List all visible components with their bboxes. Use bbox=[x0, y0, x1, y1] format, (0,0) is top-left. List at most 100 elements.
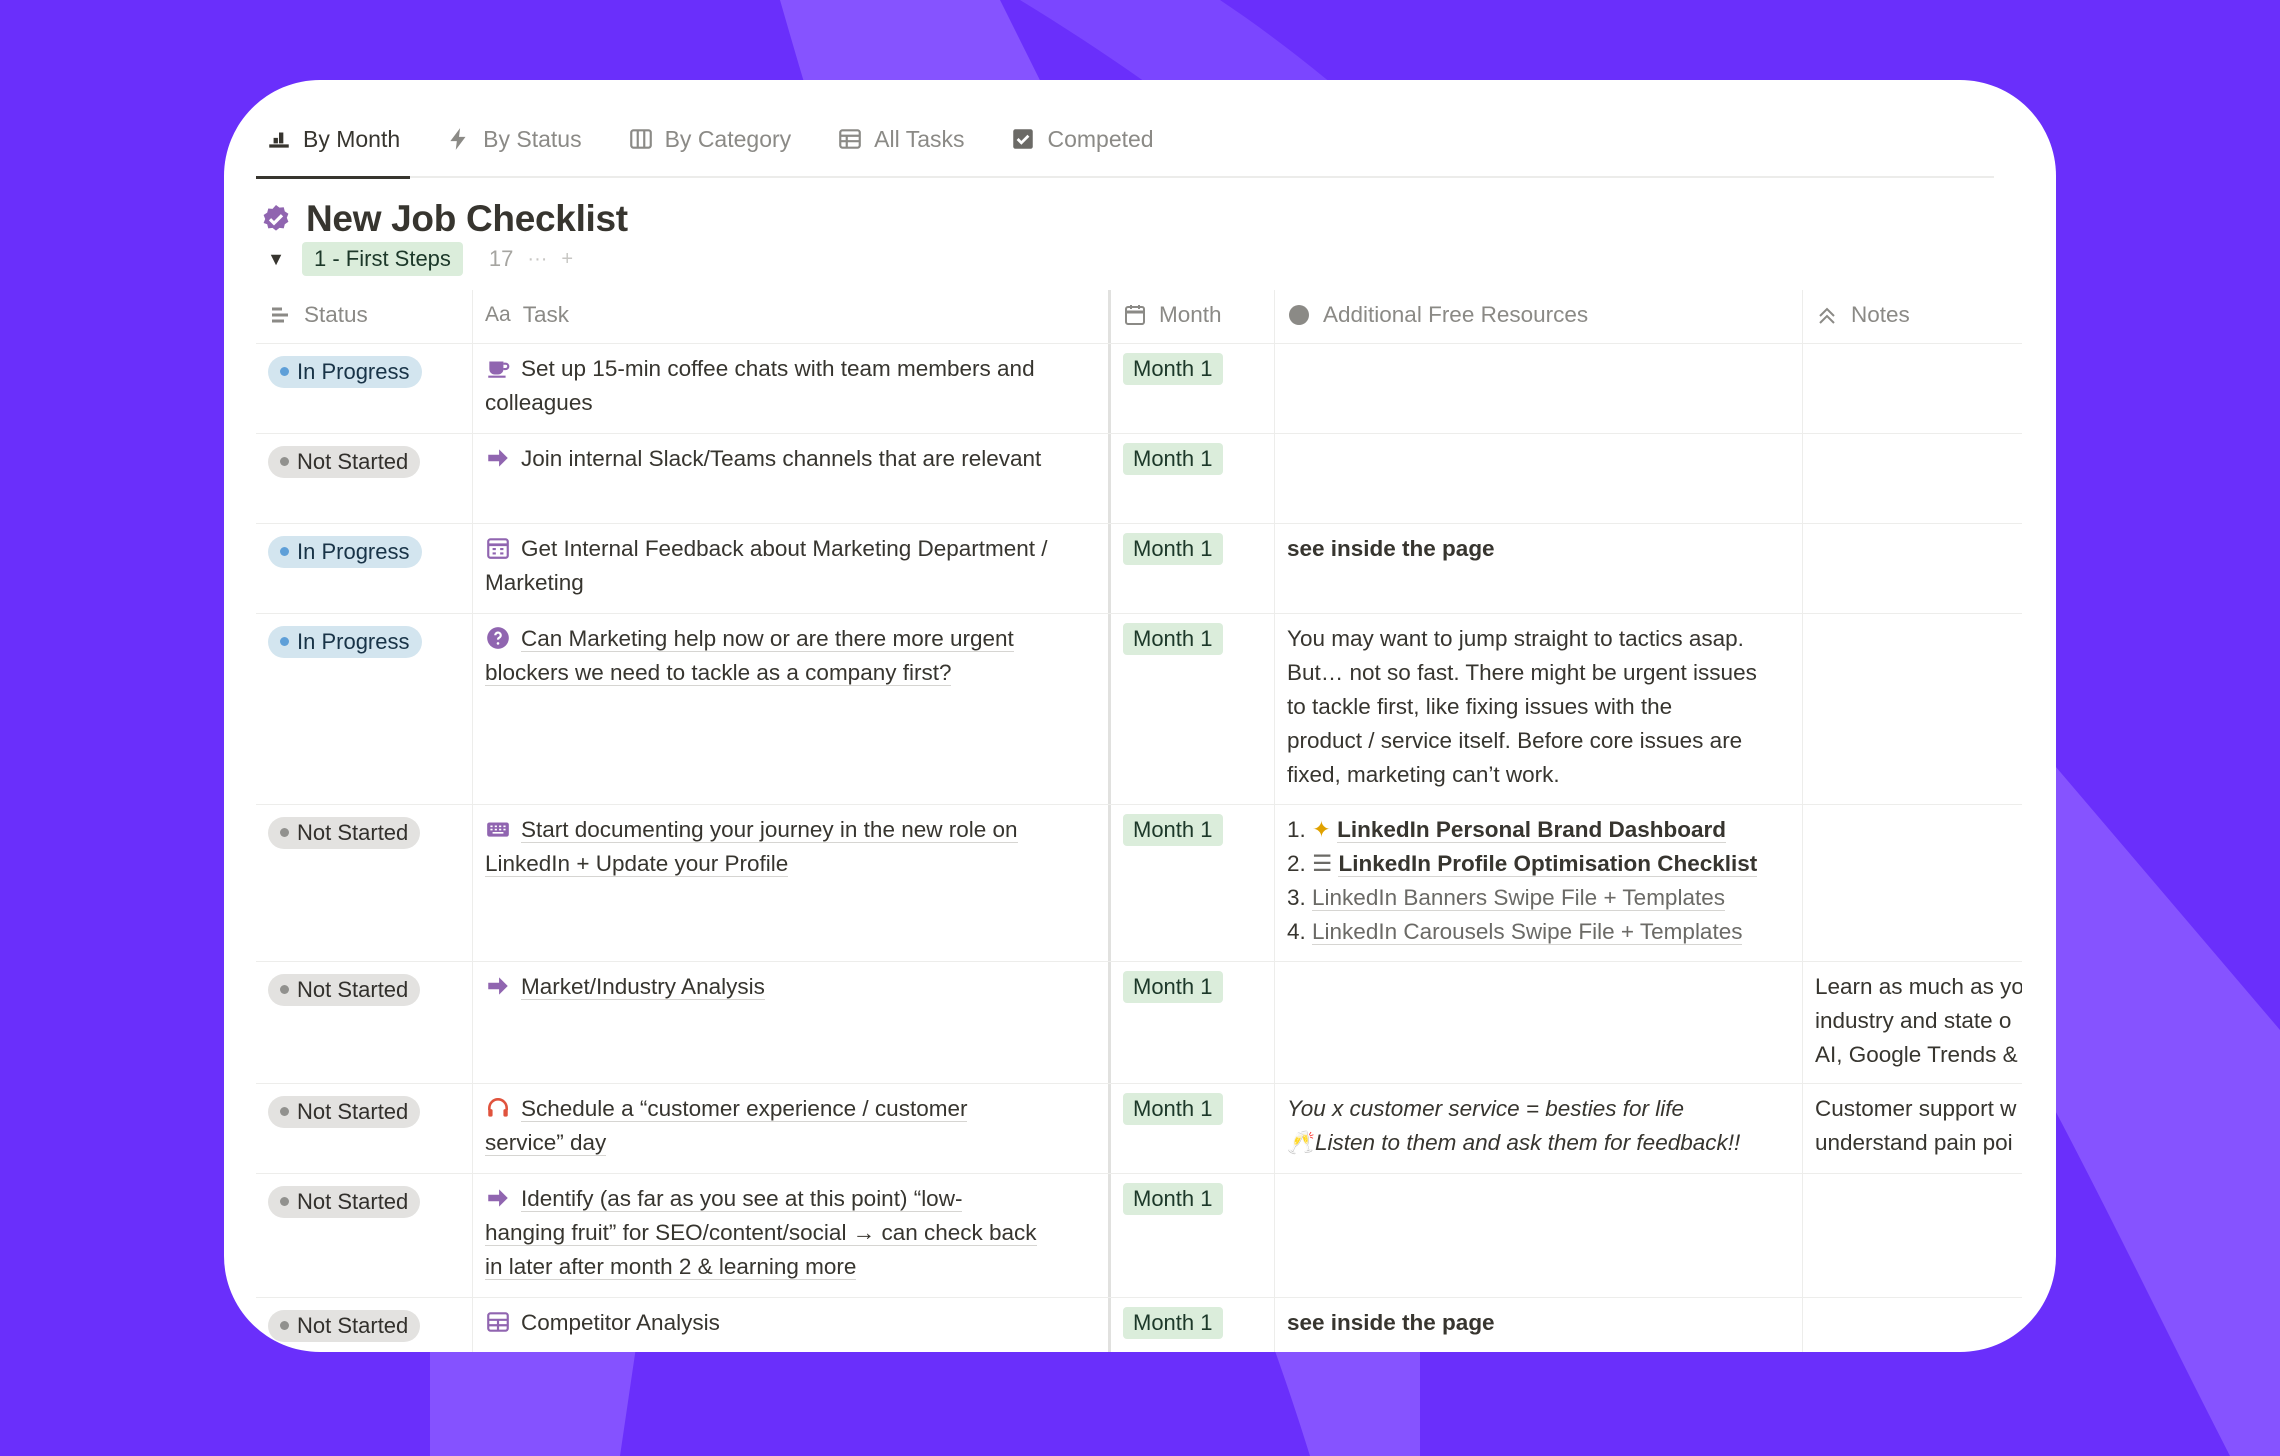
tab-all-tasks[interactable]: All Tasks bbox=[827, 101, 974, 177]
notes-cell[interactable] bbox=[1802, 344, 2022, 433]
group-add-button[interactable]: + bbox=[561, 248, 573, 271]
column-header-status[interactable]: Status bbox=[256, 290, 472, 343]
month-cell[interactable]: Month 1 bbox=[1108, 614, 1274, 804]
task-cell[interactable]: Schedule a “customer experience / custom… bbox=[472, 1084, 1108, 1173]
arrow-right-icon bbox=[488, 1189, 508, 1207]
month-tag: Month 1 bbox=[1123, 623, 1223, 655]
arrow-right-icon bbox=[488, 449, 508, 467]
group-collapse-toggle[interactable]: ▼ bbox=[264, 249, 288, 270]
task-cell[interactable]: Join internal Slack/Teams channels that … bbox=[472, 434, 1108, 523]
table-row[interactable]: Not Started Identify (as far as you see … bbox=[256, 1174, 2022, 1298]
status-cell[interactable]: In Progress bbox=[256, 524, 472, 613]
resources-cell[interactable]: see inside the page bbox=[1274, 524, 1802, 613]
status-label: In Progress bbox=[297, 628, 410, 654]
resources-cell[interactable] bbox=[1274, 434, 1802, 523]
lightning-icon bbox=[450, 128, 466, 150]
notes-cell[interactable] bbox=[1802, 805, 2022, 961]
table-row[interactable]: Not Started Schedule a “customer experie… bbox=[256, 1084, 2022, 1174]
task-cell[interactable]: Set up 15-min coffee chats with team mem… bbox=[472, 344, 1108, 433]
resources-cell[interactable]: see inside the page bbox=[1274, 1298, 1802, 1352]
month-cell[interactable]: Month 1 bbox=[1108, 805, 1274, 961]
task-cell[interactable]: Can Marketing help now or are there more… bbox=[472, 614, 1108, 804]
notes-cell[interactable] bbox=[1802, 524, 2022, 613]
notes-cell[interactable] bbox=[1802, 1174, 2022, 1297]
table-row[interactable]: In Progress Can Marketing help now or ar… bbox=[256, 614, 2022, 805]
month-tag: Month 1 bbox=[1123, 353, 1223, 385]
task-cell[interactable]: Start documenting your journey in the ne… bbox=[472, 805, 1108, 961]
month-cell[interactable]: Month 1 bbox=[1108, 344, 1274, 433]
notes-cell[interactable] bbox=[1802, 1298, 2022, 1352]
table-row[interactable]: In Progress Get Internal Feedback about … bbox=[256, 524, 2022, 614]
task-title: Identify (as far as you see at this poin… bbox=[521, 1186, 963, 1212]
tab-by-status[interactable]: By Status bbox=[436, 101, 591, 177]
status-cell[interactable]: Not Started bbox=[256, 962, 472, 1083]
status-cell[interactable]: Not Started bbox=[256, 1084, 472, 1173]
task-title-cont: blockers we need to tackle as a company … bbox=[485, 660, 952, 686]
task-cell[interactable]: Get Internal Feedback about Marketing De… bbox=[472, 524, 1108, 613]
resources-cell[interactable]: You may want to jump straight to tactics… bbox=[1274, 614, 1802, 804]
task-cell[interactable]: Market/Industry Analysis bbox=[472, 962, 1108, 1083]
table-row[interactable]: Not Started Start documenting your journ… bbox=[256, 805, 2022, 962]
resources-cell[interactable] bbox=[1274, 1174, 1802, 1297]
resource-list-item[interactable]: 2. ☰ LinkedIn Profile Optimisation Check… bbox=[1287, 847, 1790, 881]
column-header-notes[interactable]: Notes bbox=[1802, 290, 2022, 343]
status-badge: In Progress bbox=[268, 535, 422, 568]
notes-cell[interactable]: Customer support w understand pain poi bbox=[1802, 1084, 2022, 1173]
month-cell[interactable]: Month 1 bbox=[1108, 962, 1274, 1083]
notes-cell[interactable] bbox=[1802, 434, 2022, 523]
status-label: Not Started bbox=[297, 976, 409, 1002]
calendar-property-icon bbox=[1125, 304, 1145, 325]
table-header-row: Status Aa Task Month Additional Free Res… bbox=[256, 290, 2022, 344]
status-cell[interactable]: Not Started bbox=[256, 1298, 472, 1352]
table-row[interactable]: Not Started Competitor Analysis Month 1 … bbox=[256, 1298, 2022, 1352]
resource-link[interactable]: LinkedIn Banners Swipe File + Templates bbox=[1312, 885, 1725, 911]
resources-cell[interactable]: 1. ✦ LinkedIn Personal Brand Dashboard 2… bbox=[1274, 805, 1802, 961]
resource-list-item[interactable]: 3. LinkedIn Banners Swipe File + Templat… bbox=[1287, 881, 1790, 915]
task-title-cont: colleagues bbox=[485, 390, 593, 415]
status-cell[interactable]: Not Started bbox=[256, 805, 472, 961]
list-number: 1. bbox=[1287, 817, 1306, 842]
resources-cell[interactable] bbox=[1274, 344, 1802, 433]
column-header-resources[interactable]: Additional Free Resources bbox=[1274, 290, 1802, 343]
table-row[interactable]: Not Started Join internal Slack/Teams ch… bbox=[256, 434, 2022, 524]
month-cell[interactable]: Month 1 bbox=[1108, 1174, 1274, 1297]
tab-competed[interactable]: Competed bbox=[1000, 101, 1163, 177]
month-cell[interactable]: Month 1 bbox=[1108, 434, 1274, 523]
task-cell[interactable]: Identify (as far as you see at this poin… bbox=[472, 1174, 1108, 1297]
resources-cell[interactable]: You x customer service = besties for lif… bbox=[1274, 1084, 1802, 1173]
month-cell[interactable]: Month 1 bbox=[1108, 524, 1274, 613]
tab-by-month[interactable]: By Month bbox=[256, 101, 411, 179]
resource-link[interactable]: LinkedIn Personal Brand Dashboard bbox=[1337, 817, 1726, 843]
task-cell[interactable]: Competitor Analysis bbox=[472, 1298, 1108, 1352]
checklist-icon: ☰ bbox=[1312, 851, 1333, 876]
month-tag: Month 1 bbox=[1123, 533, 1223, 565]
tab-label: All Tasks bbox=[874, 125, 965, 152]
resource-text: product / service itself. Before core is… bbox=[1287, 728, 1743, 753]
status-cell[interactable]: Not Started bbox=[256, 434, 472, 523]
view-tabs: By Month By Status By Category All Tasks… bbox=[256, 101, 1994, 179]
status-cell[interactable]: In Progress bbox=[256, 344, 472, 433]
month-cell[interactable]: Month 1 bbox=[1108, 1084, 1274, 1173]
resource-link[interactable]: LinkedIn Profile Optimisation Checklist bbox=[1338, 851, 1758, 877]
resource-list-item[interactable]: 4. LinkedIn Carousels Swipe File + Templ… bbox=[1287, 915, 1790, 949]
group-header: ▼ 1 - First Steps 17 ··· + bbox=[264, 238, 573, 280]
column-header-month[interactable]: Month bbox=[1108, 290, 1274, 343]
group-label[interactable]: 1 - First Steps bbox=[302, 242, 463, 276]
notes-cell[interactable] bbox=[1802, 614, 2022, 804]
month-cell[interactable]: Month 1 bbox=[1108, 1298, 1274, 1352]
resources-cell[interactable] bbox=[1274, 962, 1802, 1083]
calendar-icon bbox=[487, 538, 509, 559]
status-cell[interactable]: In Progress bbox=[256, 614, 472, 804]
status-cell[interactable]: Not Started bbox=[256, 1174, 472, 1297]
keyboard-icon bbox=[487, 822, 509, 837]
group-more-button[interactable]: ··· bbox=[527, 248, 547, 271]
notes-cell[interactable]: Learn as much as yo industry and state o… bbox=[1802, 962, 2022, 1083]
note-text: Learn as much as yo bbox=[1815, 974, 2022, 999]
table-row[interactable]: In Progress Set up 15-min coffee chats w… bbox=[256, 344, 2022, 434]
tab-by-category[interactable]: By Category bbox=[618, 101, 802, 177]
status-label: Not Started bbox=[297, 1312, 409, 1338]
column-header-task[interactable]: Aa Task bbox=[472, 290, 1108, 343]
resource-link[interactable]: LinkedIn Carousels Swipe File + Template… bbox=[1312, 919, 1743, 945]
resource-list-item[interactable]: 1. ✦ LinkedIn Personal Brand Dashboard bbox=[1287, 813, 1790, 847]
table-row[interactable]: Not Started Market/Industry Analysis Mon… bbox=[256, 962, 2022, 1084]
